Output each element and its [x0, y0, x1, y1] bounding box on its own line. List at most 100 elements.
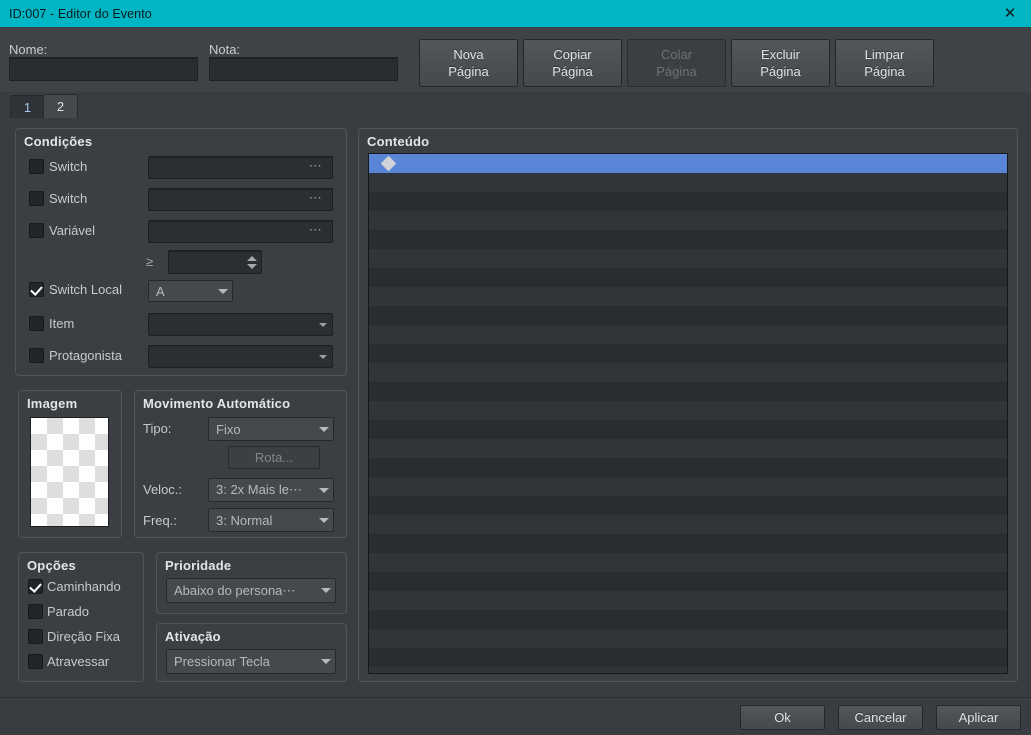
comparator-label: ≥	[146, 254, 154, 269]
event-command-row[interactable]	[369, 667, 1007, 673]
event-command-row[interactable]	[369, 572, 1007, 591]
name-input[interactable]	[9, 57, 198, 81]
chevron-down-icon	[317, 579, 335, 602]
stepper-down-icon[interactable]	[246, 263, 257, 269]
conditions-group-title: Condições	[24, 134, 93, 149]
event-command-row[interactable]	[369, 382, 1007, 401]
options-group-title: Opções	[27, 558, 76, 573]
local-switch-label: Switch Local	[49, 282, 122, 297]
trigger-group-title: Ativação	[165, 629, 221, 644]
event-command-row[interactable]	[369, 420, 1007, 439]
tab-page-2-label: 2	[56, 99, 65, 114]
apply-button[interactable]: Aplicar	[936, 705, 1021, 730]
delete-page-button-line1: Excluir	[760, 47, 800, 62]
switch1-picker[interactable]: ⋯	[148, 156, 333, 179]
event-command-row[interactable]	[369, 648, 1007, 667]
variable-picker[interactable]: ⋯	[148, 220, 333, 243]
event-editor-window: ID:007 - Editor do Evento ✕ Nome: Nota: …	[0, 0, 1031, 735]
switch2-checkbox[interactable]	[29, 191, 44, 206]
option-stepping-checkbox[interactable]	[28, 604, 43, 619]
clear-page-button-line1: Limpar	[864, 47, 905, 62]
event-command-row[interactable]	[369, 610, 1007, 629]
movement-type-select[interactable]: Fixo	[208, 417, 334, 441]
event-command-row[interactable]	[369, 591, 1007, 610]
route-button-label: Rota...	[254, 450, 294, 465]
event-command-list[interactable]	[368, 153, 1008, 674]
event-command-row[interactable]	[369, 325, 1007, 344]
item-label: Item	[49, 316, 75, 331]
apply-button-label: Aplicar	[958, 710, 999, 725]
variable-checkbox[interactable]	[29, 223, 44, 238]
image-group-title: Imagem	[27, 396, 78, 411]
movement-type-value: Fixo	[216, 421, 241, 437]
event-command-row[interactable]	[369, 268, 1007, 287]
event-command-row[interactable]	[369, 401, 1007, 420]
note-input-field[interactable]	[210, 58, 397, 80]
character-image-preview[interactable]	[30, 417, 109, 527]
event-command-row[interactable]	[369, 287, 1007, 306]
trigger-select[interactable]: Pressionar Tecla	[166, 649, 336, 674]
event-command-row[interactable]	[369, 458, 1007, 477]
switch2-picker[interactable]: ⋯	[148, 188, 333, 211]
movement-freq-label: Freq.:	[143, 513, 177, 528]
item-select[interactable]	[148, 313, 333, 336]
trigger-select-value: Pressionar Tecla	[174, 654, 270, 669]
event-command-row[interactable]	[369, 515, 1007, 534]
switch2-label: Switch	[49, 191, 88, 206]
event-command-row[interactable]	[369, 363, 1007, 382]
event-command-row[interactable]	[369, 553, 1007, 572]
option-fixed-direction-checkbox[interactable]	[28, 629, 43, 644]
footer-divider	[0, 697, 1031, 698]
local-switch-checkbox[interactable]	[29, 282, 44, 297]
local-switch-select[interactable]: A	[148, 280, 233, 302]
tab-page-1[interactable]: 1	[10, 95, 45, 118]
delete-page-button-line2: Página	[760, 64, 801, 79]
new-page-button[interactable]: Nova Página	[419, 39, 518, 87]
ok-button[interactable]: Ok	[740, 705, 825, 730]
switch1-picker-dots: ⋯	[308, 158, 323, 173]
chevron-down-icon	[315, 418, 333, 440]
tab-page-2[interactable]: 2	[43, 94, 78, 118]
name-input-field[interactable]	[10, 58, 197, 80]
movement-freq-select[interactable]: 3: Normal	[208, 508, 334, 532]
clear-page-button[interactable]: Limpar Página	[835, 39, 934, 87]
close-icon[interactable]: ✕	[989, 0, 1031, 27]
note-input[interactable]	[209, 57, 398, 81]
event-command-row[interactable]	[369, 230, 1007, 249]
event-command-row[interactable]	[369, 534, 1007, 553]
copy-page-button[interactable]: Copiar Página	[523, 39, 622, 87]
stepper-buttons[interactable]	[245, 251, 261, 273]
event-command-row[interactable]	[369, 211, 1007, 230]
paste-page-button: Colar Página	[627, 39, 726, 87]
event-command-row[interactable]	[369, 477, 1007, 496]
option-walking-checkbox[interactable]	[28, 579, 43, 594]
variable-value-stepper[interactable]	[168, 250, 262, 274]
actor-select[interactable]	[148, 345, 333, 368]
priority-group-title: Prioridade	[165, 558, 232, 573]
movement-speed-select[interactable]: 3: 2x Mais le⋯	[208, 478, 334, 502]
event-command-row[interactable]	[369, 496, 1007, 515]
stepper-up-icon[interactable]	[246, 255, 257, 261]
event-command-row[interactable]	[369, 249, 1007, 268]
variable-value-input[interactable]	[169, 251, 245, 273]
priority-select[interactable]: Abaixo do persona⋯	[166, 578, 336, 603]
cancel-button[interactable]: Cancelar	[838, 705, 923, 730]
actor-checkbox[interactable]	[29, 348, 44, 363]
switch1-checkbox[interactable]	[29, 159, 44, 174]
event-command-row[interactable]	[369, 439, 1007, 458]
new-page-button-line1: Nova	[453, 47, 484, 62]
new-page-button-line2: Página	[448, 64, 489, 79]
priority-select-value: Abaixo do persona⋯	[174, 582, 296, 598]
event-command-row[interactable]	[369, 629, 1007, 648]
delete-page-button[interactable]: Excluir Página	[731, 39, 830, 87]
switch1-label: Switch	[49, 159, 88, 174]
event-command-row[interactable]	[369, 192, 1007, 211]
chevron-down-icon	[214, 281, 232, 301]
event-command-row[interactable]	[369, 344, 1007, 363]
event-command-row[interactable]	[369, 306, 1007, 325]
event-command-row[interactable]	[369, 154, 1007, 173]
item-checkbox[interactable]	[29, 316, 44, 331]
event-command-row[interactable]	[369, 173, 1007, 192]
title-bar: ID:007 - Editor do Evento ✕	[0, 0, 1031, 27]
option-through-checkbox[interactable]	[28, 654, 43, 669]
